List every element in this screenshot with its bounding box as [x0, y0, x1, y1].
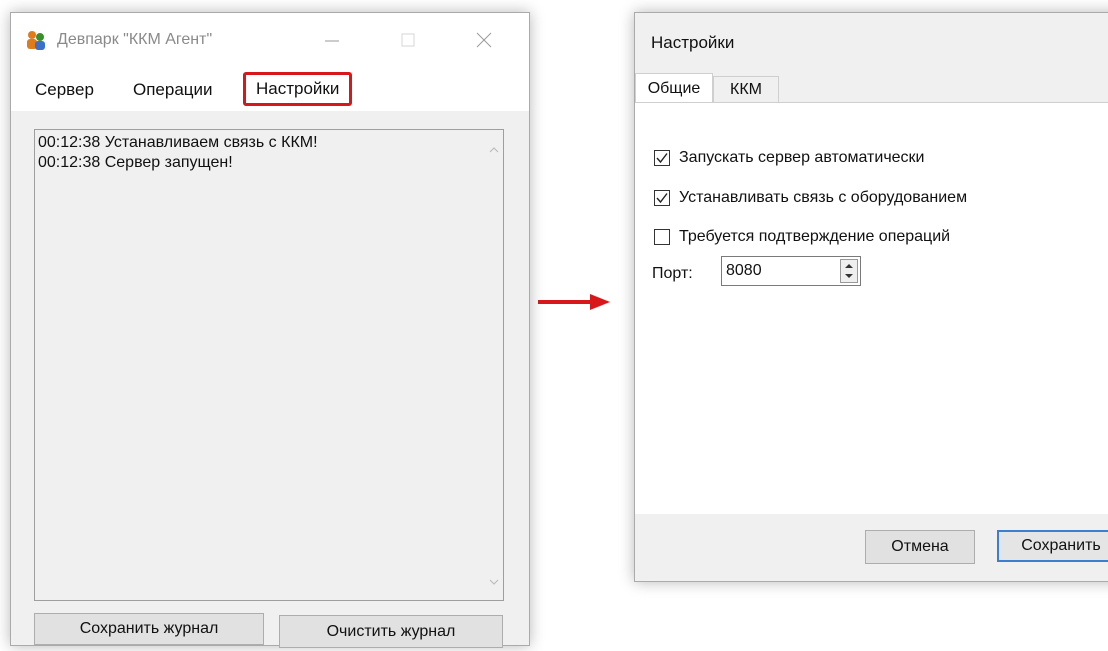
- chevron-down-icon[interactable]: [489, 572, 499, 590]
- cancel-button[interactable]: Отмена: [865, 530, 975, 564]
- chevron-up-icon[interactable]: [489, 140, 499, 158]
- chevron-up-icon[interactable]: [844, 263, 854, 269]
- checkbox[interactable]: [654, 229, 670, 245]
- minimize-button[interactable]: [317, 27, 347, 53]
- vertical-scrollbar[interactable]: [485, 130, 503, 600]
- arrow-right-icon: [536, 291, 612, 318]
- window-title: Девпарк "ККМ Агент": [57, 31, 213, 48]
- checkbox[interactable]: [654, 150, 670, 166]
- chevron-down-icon[interactable]: [844, 273, 854, 279]
- connect-equipment-checkbox[interactable]: Устанавливать связь с оборудованием: [654, 188, 967, 208]
- log-line: 00:12:38 Устанавливаем связь с ККМ!: [38, 134, 318, 151]
- checkbox-label: Запускать сервер автоматически: [679, 149, 925, 166]
- menu-settings[interactable]: Настройки: [243, 72, 353, 106]
- maximize-button[interactable]: [393, 27, 423, 53]
- close-button[interactable]: [469, 27, 499, 53]
- save-button[interactable]: Сохранить: [997, 530, 1108, 562]
- general-panel: Запускать сервер автоматически Устанавли…: [635, 102, 1108, 515]
- settings-title: Настройки: [651, 33, 735, 52]
- auto-start-server-checkbox[interactable]: Запускать сервер автоматически: [654, 148, 925, 168]
- menu-operations[interactable]: Операции: [123, 76, 223, 104]
- checkbox-label: Устанавливать связь с оборудованием: [679, 189, 968, 206]
- port-spinner[interactable]: [840, 259, 858, 283]
- save-log-button[interactable]: Сохранить журнал: [34, 613, 264, 645]
- menu-bar: Сервер Операции Настройки: [11, 67, 529, 111]
- port-input[interactable]: 8080: [721, 256, 861, 286]
- menu-server[interactable]: Сервер: [25, 76, 104, 104]
- users-icon: [25, 29, 47, 51]
- title-bar: Девпарк "ККМ Агент": [11, 13, 529, 67]
- log-line: 00:12:38 Сервер запущен!: [38, 154, 233, 171]
- tab-kkm[interactable]: ККМ: [713, 76, 779, 103]
- checkbox-label: Требуется подтверждение операций: [679, 228, 951, 245]
- tab-strip: Общие ККМ: [635, 73, 1108, 104]
- log-area[interactable]: 00:12:38 Устанавливаем связь с ККМ! 00:1…: [34, 129, 504, 601]
- confirm-operations-checkbox[interactable]: Требуется подтверждение операций: [654, 227, 950, 247]
- port-label: Порт:: [652, 265, 693, 282]
- settings-window: Настройки Общие ККМ Запускать сервер авт…: [634, 12, 1108, 582]
- main-window: Девпарк "ККМ Агент" Сервер Операции Наст…: [10, 12, 530, 648]
- tab-general[interactable]: Общие: [635, 73, 713, 104]
- port-value: 8080: [726, 262, 762, 279]
- clear-log-button[interactable]: Очистить журнал: [279, 615, 503, 648]
- checkbox[interactable]: [654, 190, 670, 206]
